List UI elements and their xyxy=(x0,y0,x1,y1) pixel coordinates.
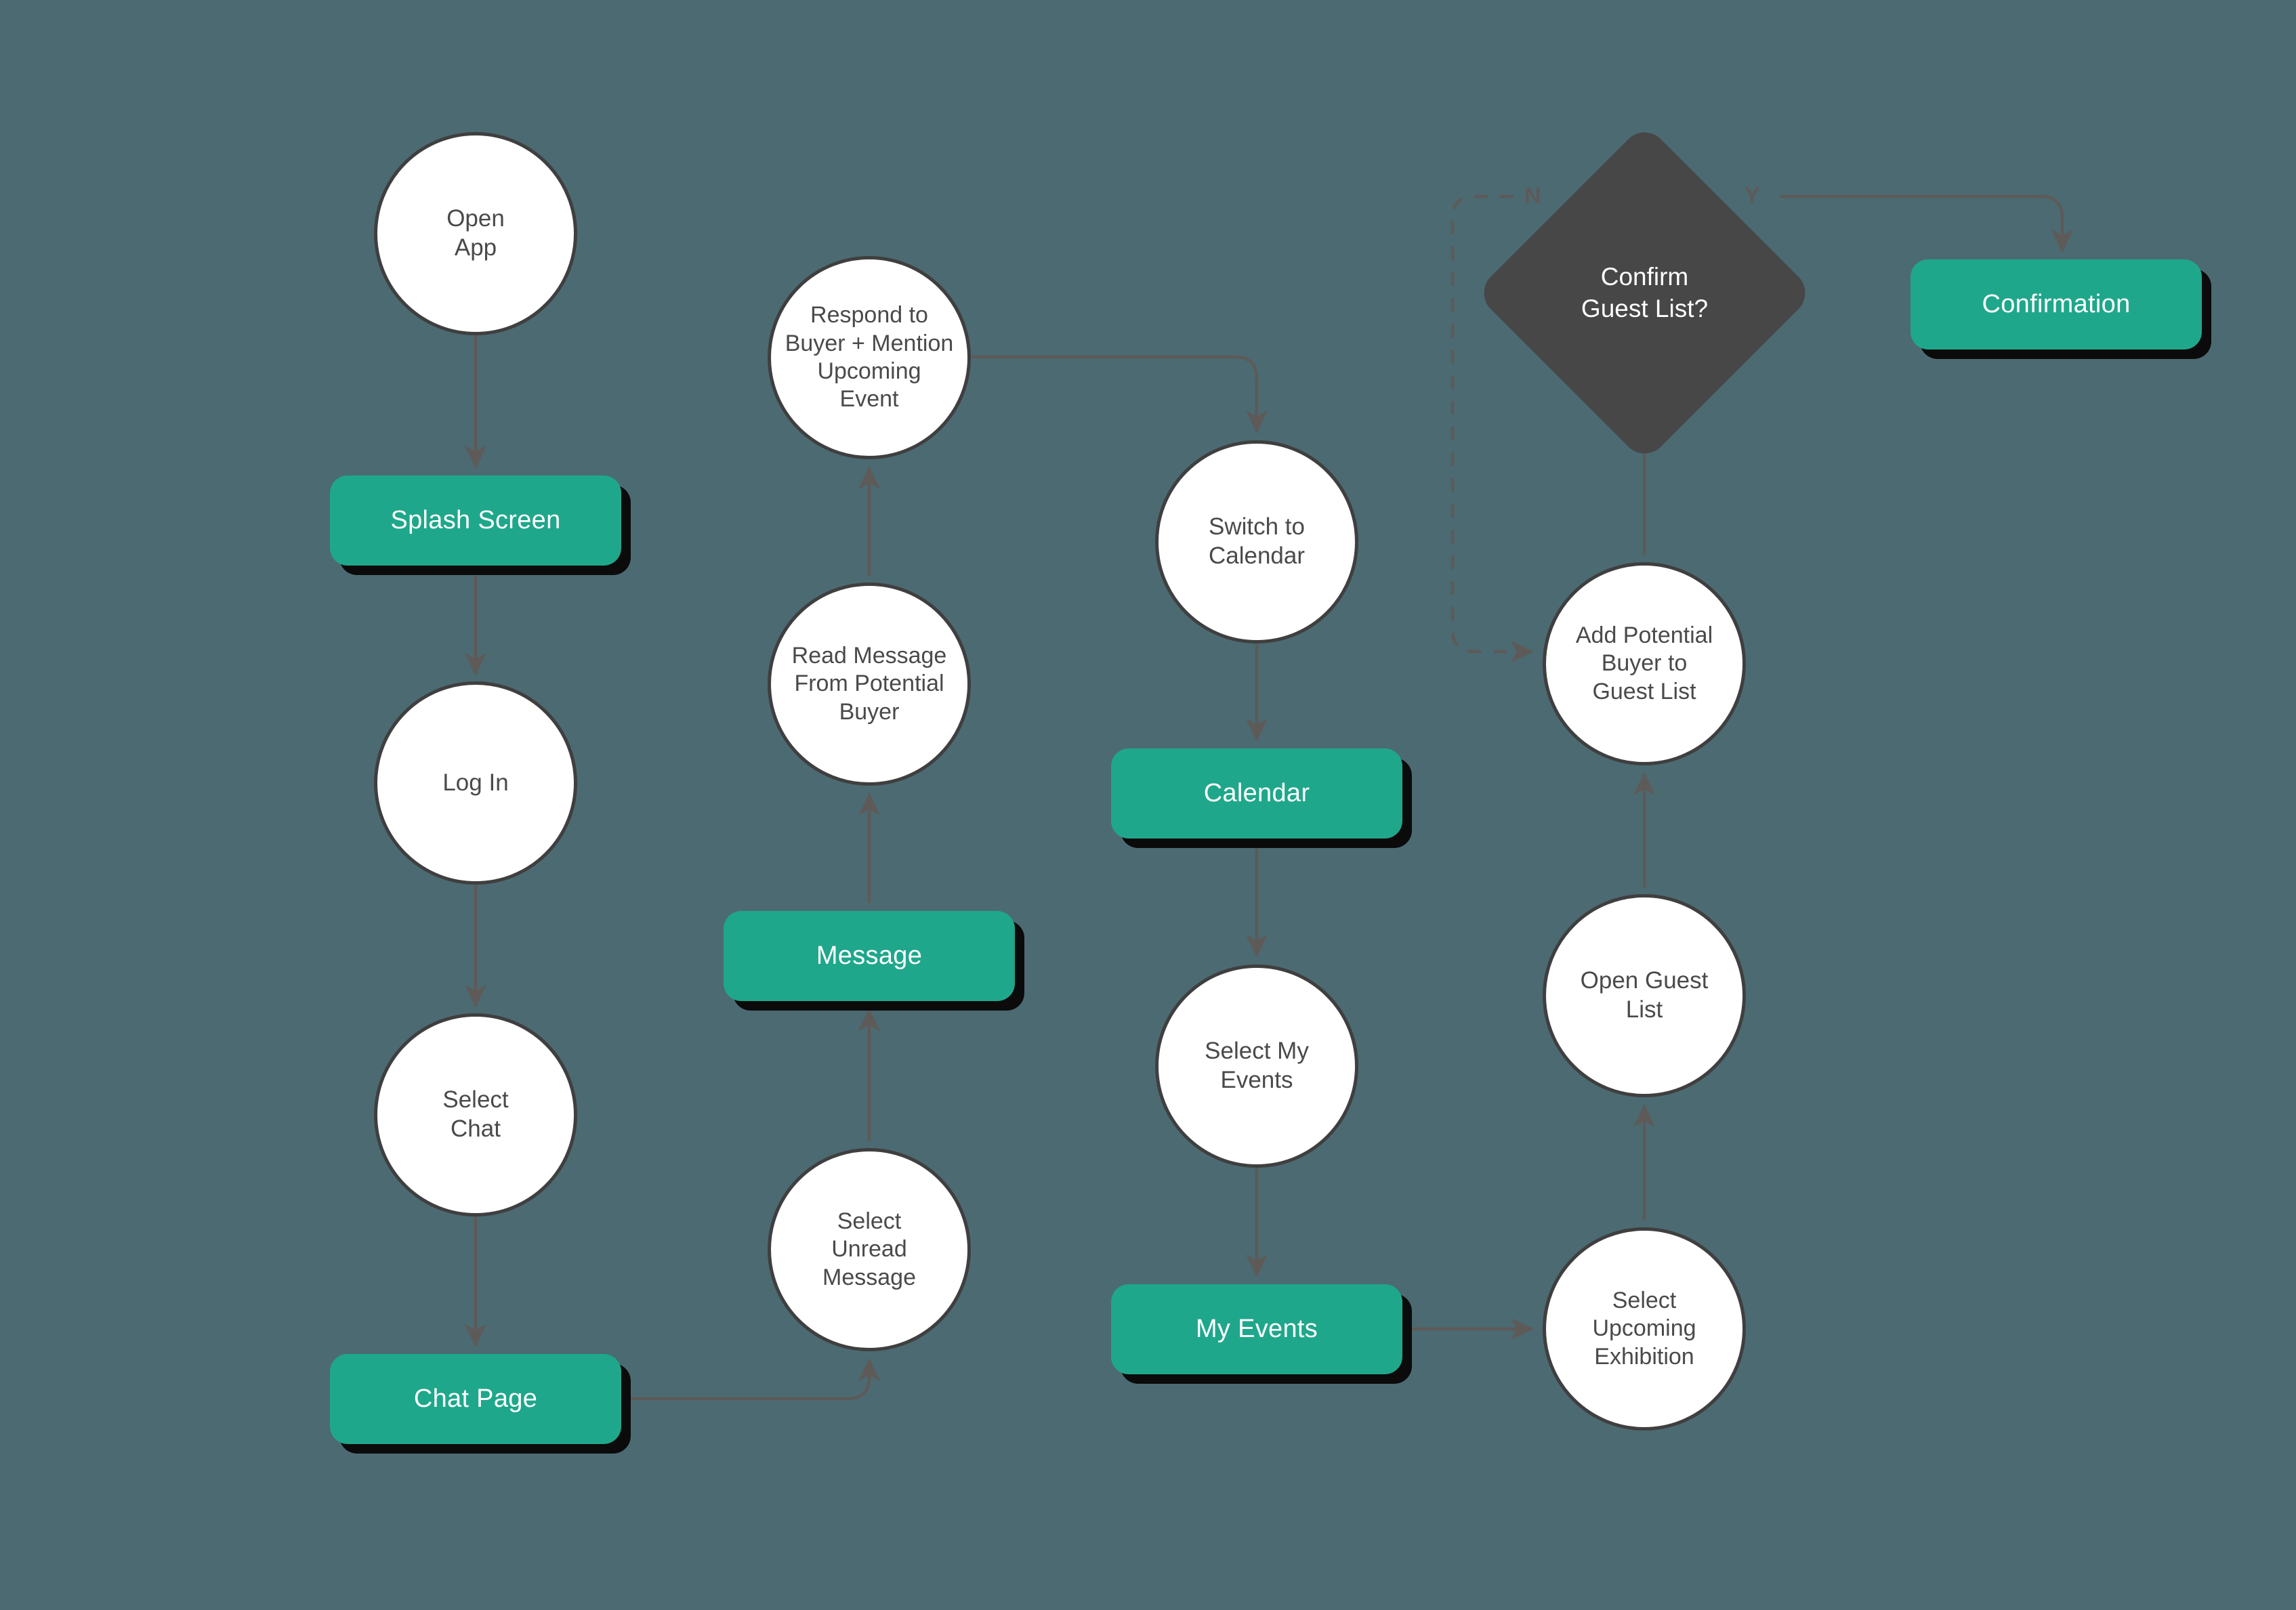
process-node-label: Add Potential Buyer to Guest List xyxy=(1575,622,1713,704)
screen-node-message[interactable]: Message xyxy=(724,911,1015,1001)
screen-node-label: My Events xyxy=(1195,1315,1318,1343)
process-node-label: Select Unread Message xyxy=(822,1208,916,1290)
process-node-switch-to-calendar[interactable]: Switch to Calendar xyxy=(1155,440,1358,643)
process-node-label: Read Message From Potential Buyer xyxy=(791,642,947,725)
screen-node-label: Chat Page xyxy=(413,1384,538,1413)
process-node-label: Select Chat xyxy=(442,1086,509,1142)
process-node-read-message[interactable]: Read Message From Potential Buyer xyxy=(768,582,971,786)
process-node-label: Log In xyxy=(442,769,509,796)
screen-node-chat-page[interactable]: Chat Page xyxy=(330,1354,621,1444)
screen-node-confirmation[interactable]: Confirmation xyxy=(1911,259,2202,349)
process-node-label: Respond to Buyer + Mention Upcoming Event xyxy=(785,302,954,412)
screen-node-label: Splash Screen xyxy=(390,506,561,534)
process-node-label: Open App xyxy=(446,205,505,261)
screen-node-label: Message xyxy=(816,941,923,970)
process-node-respond-to-buyer[interactable]: Respond to Buyer + Mention Upcoming Event xyxy=(768,256,971,459)
screen-node-my-events[interactable]: My Events xyxy=(1111,1284,1402,1374)
screen-node-calendar[interactable]: Calendar xyxy=(1111,748,1402,839)
process-node-label: Switch to Calendar xyxy=(1208,513,1306,569)
process-node-label: Select My Events xyxy=(1205,1038,1309,1093)
process-node-select-chat[interactable]: Select Chat xyxy=(374,1013,577,1216)
edge-chat-page-to-select-unread xyxy=(631,1358,881,1401)
process-node-label: Select Upcoming Exhibition xyxy=(1592,1287,1696,1370)
decision-node-confirm-guest-list[interactable]: Confirm Guest List? xyxy=(1474,123,1815,463)
decision-node-label: Confirm Guest List? xyxy=(1581,263,1709,322)
process-node-open-app[interactable]: Open App xyxy=(374,132,577,335)
branch-no-label: N xyxy=(1524,183,1541,209)
screen-node-label: Calendar xyxy=(1203,779,1310,807)
process-node-select-unread[interactable]: Select Unread Message xyxy=(768,1148,971,1351)
flowchart-canvas: Open App Splash Screen Log In Select Chat Chat… xyxy=(0,0,2296,1610)
screen-node-splash-screen[interactable]: Splash Screen xyxy=(330,475,621,566)
edge-respond-to-switch-calendar xyxy=(972,355,1268,433)
process-node-select-my-events[interactable]: Select My Events xyxy=(1155,965,1358,1168)
process-node-select-exhibition[interactable]: Select Upcoming Exhibition xyxy=(1543,1227,1746,1431)
edge-confirm-yes-to-confirmation xyxy=(1780,194,2074,253)
process-node-log-in[interactable]: Log In xyxy=(374,681,577,885)
process-node-label: Open Guest List xyxy=(1580,967,1709,1023)
branch-yes-label: Y xyxy=(1745,183,1760,209)
process-node-add-potential-buyer[interactable]: Add Potential Buyer to Guest List xyxy=(1543,562,1746,765)
screen-node-label: Confirmation xyxy=(1982,290,2131,318)
process-node-open-guest-list[interactable]: Open Guest List xyxy=(1543,894,1746,1097)
